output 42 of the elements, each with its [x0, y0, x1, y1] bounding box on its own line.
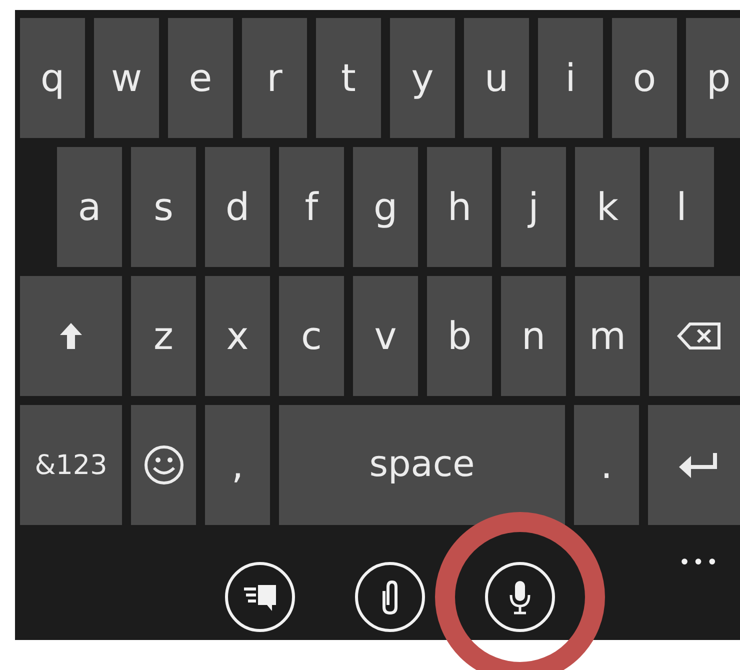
emoji-key[interactable]	[131, 405, 196, 525]
backspace-icon	[676, 321, 722, 351]
key[interactable]: d	[205, 147, 270, 267]
key[interactable]: m	[575, 276, 640, 396]
key[interactable]: h	[427, 147, 492, 267]
key[interactable]: o	[612, 18, 677, 138]
key[interactable]: f	[279, 147, 344, 267]
backspace-key[interactable]	[649, 276, 740, 396]
key[interactable]: a	[57, 147, 122, 267]
key[interactable]: r	[242, 18, 307, 138]
key[interactable]: x	[205, 276, 270, 396]
key[interactable]: n	[501, 276, 566, 396]
key[interactable]: p	[686, 18, 740, 138]
key[interactable]: y	[390, 18, 455, 138]
key[interactable]: v	[353, 276, 418, 396]
key[interactable]: k	[575, 147, 640, 267]
voice-button[interactable]	[485, 562, 555, 632]
key[interactable]: b	[427, 276, 492, 396]
arrow-up-icon	[58, 321, 84, 351]
key[interactable]: u	[464, 18, 529, 138]
smiley-icon	[142, 444, 184, 486]
key[interactable]: t	[316, 18, 381, 138]
key[interactable]: g	[353, 147, 418, 267]
symbols-key[interactable]: &123	[20, 405, 122, 525]
key[interactable]: ,	[205, 405, 270, 525]
key[interactable]: e	[168, 18, 233, 138]
key[interactable]: c	[279, 276, 344, 396]
key[interactable]: .	[574, 405, 639, 525]
shift-key[interactable]	[20, 276, 122, 396]
more-button[interactable]: •••	[678, 552, 720, 572]
key[interactable]: z	[131, 276, 196, 396]
attach-button[interactable]	[355, 562, 425, 632]
key[interactable]: l	[649, 147, 714, 267]
enter-key[interactable]	[648, 405, 740, 525]
message-button[interactable]	[225, 562, 295, 632]
key[interactable]: j	[501, 147, 566, 267]
space-key[interactable]: space	[279, 405, 565, 525]
key[interactable]: s	[131, 147, 196, 267]
key[interactable]: i	[538, 18, 603, 138]
enter-arrow-icon	[677, 450, 719, 480]
key[interactable]: q	[20, 18, 85, 138]
key[interactable]: w	[94, 18, 159, 138]
